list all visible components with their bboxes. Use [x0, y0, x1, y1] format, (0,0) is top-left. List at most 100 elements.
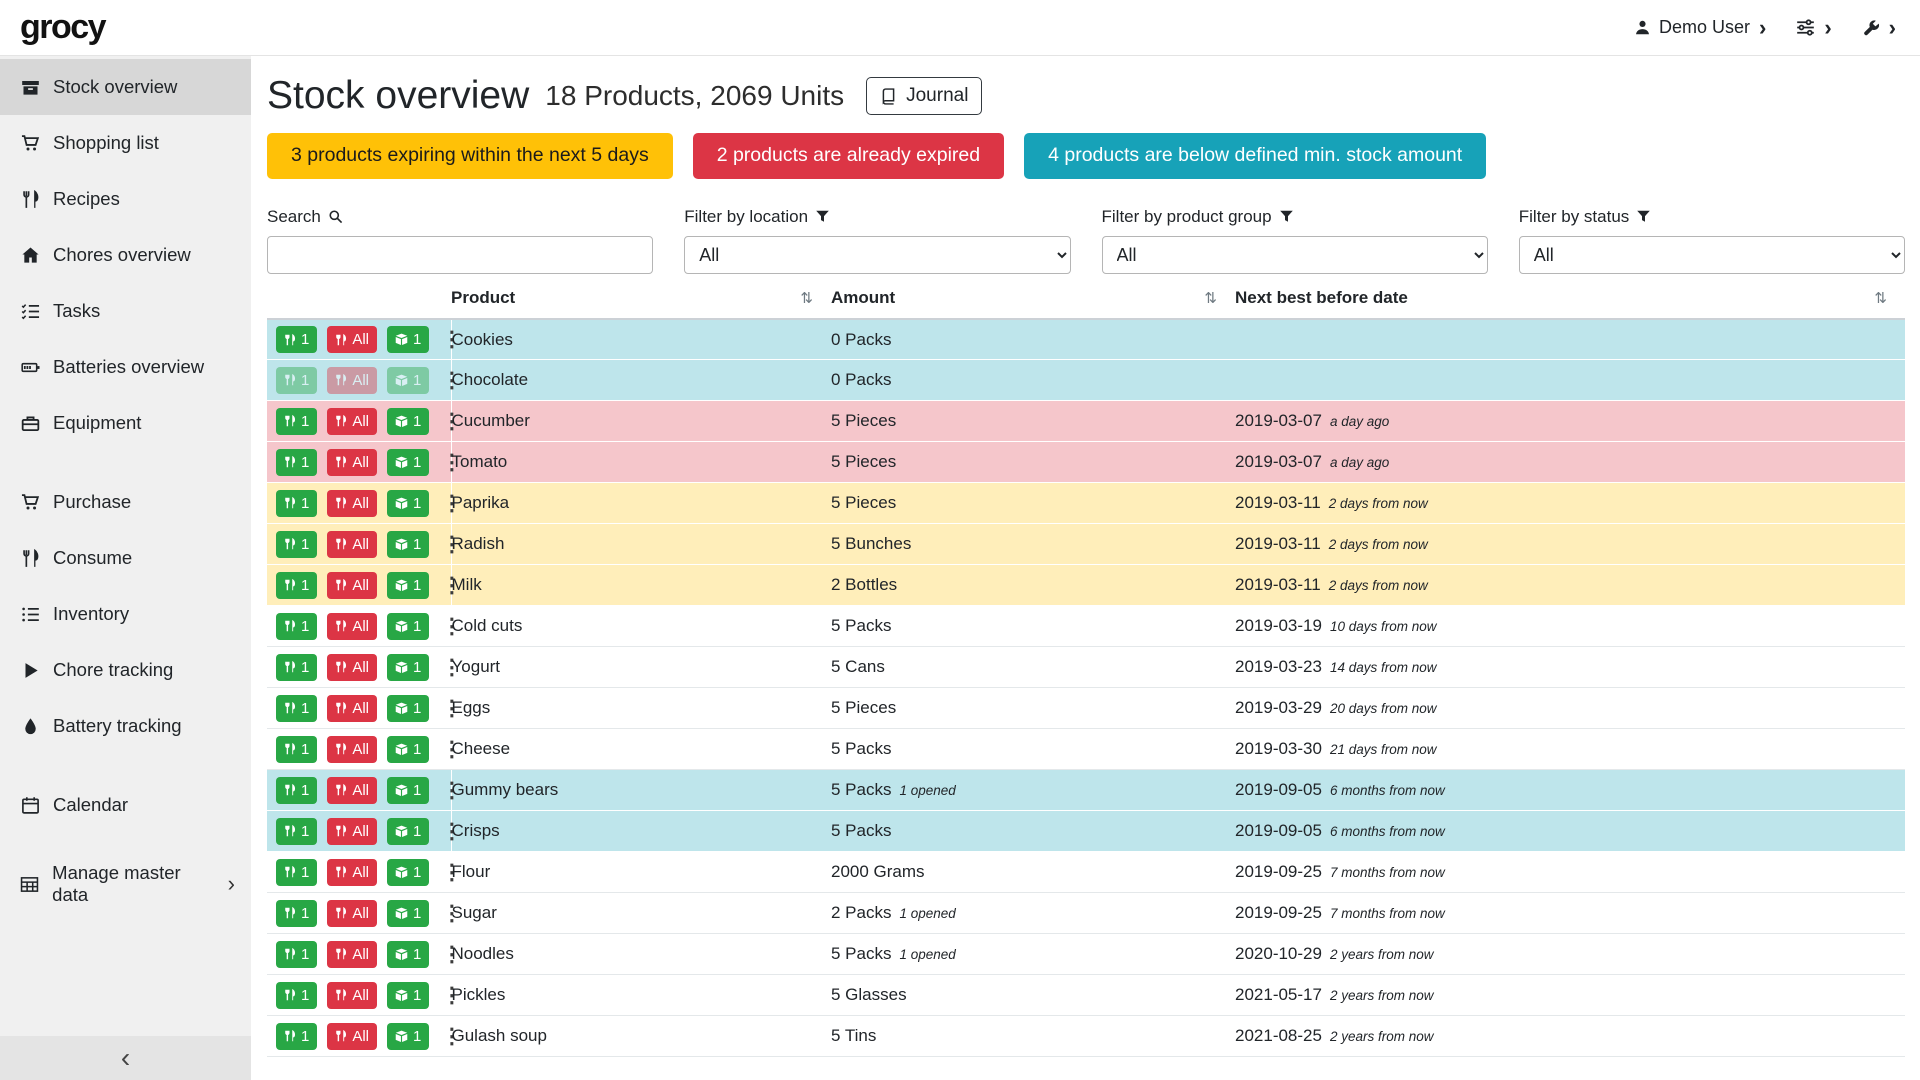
- consume-one-button[interactable]: 1: [276, 613, 317, 640]
- open-one-button[interactable]: 1: [387, 531, 429, 558]
- consume-one-button[interactable]: 1: [276, 326, 317, 353]
- consume-all-button[interactable]: All: [327, 326, 377, 353]
- product-group-filter-label: Filter by product group: [1102, 207, 1488, 227]
- open-one-button[interactable]: 1: [387, 941, 429, 968]
- open-one-button[interactable]: 1: [387, 367, 429, 394]
- open-one-button[interactable]: 1: [387, 449, 429, 476]
- table-row: 1 All 1 ⋮ Crisps 5 Packs 2019-09-056 mon…: [267, 811, 1905, 852]
- sidebar-item-inventory[interactable]: Inventory: [0, 586, 251, 642]
- open-one-button[interactable]: 1: [387, 900, 429, 927]
- product-group-filter-select[interactable]: All: [1102, 236, 1488, 274]
- open-one-button[interactable]: 1: [387, 1023, 429, 1050]
- consume-all-button[interactable]: All: [327, 490, 377, 517]
- consume-one-button[interactable]: 1: [276, 695, 317, 722]
- consume-all-button[interactable]: All: [327, 531, 377, 558]
- consume-all-button[interactable]: All: [327, 777, 377, 804]
- sort-icon[interactable]: ⇅: [800, 289, 813, 307]
- product-column-header[interactable]: Product⇅: [451, 280, 831, 319]
- consume-all-button[interactable]: All: [327, 1023, 377, 1050]
- sidebar-item-label: Shopping list: [53, 132, 159, 154]
- admin-menu[interactable]: ›: [1862, 17, 1896, 39]
- consume-one-button[interactable]: 1: [276, 572, 317, 599]
- consume-all-button[interactable]: All: [327, 982, 377, 1009]
- consume-one-button[interactable]: 1: [276, 818, 317, 845]
- alert-expiring[interactable]: 3 products expiring within the next 5 da…: [267, 133, 673, 179]
- consume-one-button[interactable]: 1: [276, 777, 317, 804]
- sidebar-item-manage-master-data[interactable]: Manage master data›: [0, 856, 251, 912]
- consume-one-button[interactable]: 1: [276, 531, 317, 558]
- consume-all-button[interactable]: All: [327, 859, 377, 886]
- consume-all-button[interactable]: All: [327, 695, 377, 722]
- consume-one-button[interactable]: 1: [276, 408, 317, 435]
- open-one-button[interactable]: 1: [387, 859, 429, 886]
- sort-icon[interactable]: ⇅: [1874, 289, 1887, 307]
- table-row: 1 All 1 ⋮ Flour 2000 Grams 2019-09-257 m…: [267, 852, 1905, 893]
- sidebar-item-calendar[interactable]: Calendar: [0, 777, 251, 833]
- open-one-button[interactable]: 1: [387, 613, 429, 640]
- journal-button[interactable]: Journal: [866, 77, 982, 115]
- open-one-button[interactable]: 1: [387, 326, 429, 353]
- utensils-icon: [284, 538, 296, 550]
- sidebar-item-shopping-list[interactable]: Shopping list: [0, 115, 251, 171]
- consume-one-button[interactable]: 1: [276, 900, 317, 927]
- consume-all-button[interactable]: All: [327, 572, 377, 599]
- sidebar-collapse-button[interactable]: ‹: [0, 1036, 251, 1080]
- open-one-button[interactable]: 1: [387, 654, 429, 681]
- search-input[interactable]: [267, 236, 653, 274]
- open-one-button[interactable]: 1: [387, 572, 429, 599]
- consume-one-button[interactable]: 1: [276, 1023, 317, 1050]
- product-name: Gulash soup: [451, 1016, 831, 1057]
- sidebar-item-tasks[interactable]: Tasks: [0, 283, 251, 339]
- consume-all-button[interactable]: All: [327, 449, 377, 476]
- sidebar-item-batteries-overview[interactable]: Batteries overview: [0, 339, 251, 395]
- status-filter-select[interactable]: All: [1519, 236, 1905, 274]
- sidebar-item-consume[interactable]: Consume: [0, 530, 251, 586]
- sidebar-item-stock-overview[interactable]: Stock overview: [0, 59, 251, 115]
- open-one-button[interactable]: 1: [387, 777, 429, 804]
- consume-one-button[interactable]: 1: [276, 654, 317, 681]
- app-logo[interactable]: grocy: [20, 8, 105, 47]
- sidebar-item-battery-tracking[interactable]: Battery tracking: [0, 698, 251, 754]
- user-menu[interactable]: Demo User ›: [1634, 17, 1766, 39]
- sidebar-item-recipes[interactable]: Recipes: [0, 171, 251, 227]
- table-row: 1 All 1 ⋮ Cheese 5 Packs 2019-03-3021 da…: [267, 729, 1905, 770]
- utensils-icon: [284, 825, 296, 837]
- consume-all-button[interactable]: All: [327, 818, 377, 845]
- sidebar-item-purchase[interactable]: Purchase: [0, 474, 251, 530]
- consume-one-button[interactable]: 1: [276, 736, 317, 763]
- consume-all-button[interactable]: All: [327, 900, 377, 927]
- consume-one-button[interactable]: 1: [276, 982, 317, 1009]
- alert-expired[interactable]: 2 products are already expired: [693, 133, 1004, 179]
- open-one-button[interactable]: 1: [387, 408, 429, 435]
- consume-all-button[interactable]: All: [327, 941, 377, 968]
- consume-one-button[interactable]: 1: [276, 490, 317, 517]
- consume-one-button[interactable]: 1: [276, 449, 317, 476]
- consume-all-button[interactable]: All: [327, 367, 377, 394]
- consume-all-button[interactable]: All: [327, 654, 377, 681]
- consume-one-button[interactable]: 1: [276, 941, 317, 968]
- alert-below-min-stock[interactable]: 4 products are below defined min. stock …: [1024, 133, 1486, 179]
- open-one-button[interactable]: 1: [387, 818, 429, 845]
- open-one-button[interactable]: 1: [387, 490, 429, 517]
- consume-one-button[interactable]: 1: [276, 367, 317, 394]
- open-one-button[interactable]: 1: [387, 736, 429, 763]
- sidebar-item-equipment[interactable]: Equipment: [0, 395, 251, 451]
- consume-all-button[interactable]: All: [327, 736, 377, 763]
- consume-all-button[interactable]: All: [327, 613, 377, 640]
- location-filter-select[interactable]: All: [684, 236, 1070, 274]
- amount-column-header[interactable]: Amount⇅: [831, 280, 1235, 319]
- sidebar-item-chores-overview[interactable]: Chores overview: [0, 227, 251, 283]
- consume-one-button[interactable]: 1: [276, 859, 317, 886]
- date-column-header[interactable]: Next best before date⇅: [1235, 280, 1905, 319]
- stock-table: Product⇅ Amount⇅ Next best before date⇅ …: [267, 280, 1905, 1058]
- product-name: Sugar: [451, 893, 831, 934]
- open-one-button[interactable]: 1: [387, 695, 429, 722]
- utensils-icon: [335, 497, 347, 509]
- settings-menu[interactable]: ›: [1796, 17, 1831, 39]
- open-one-button[interactable]: 1: [387, 982, 429, 1009]
- sidebar-item-chore-tracking[interactable]: Chore tracking: [0, 642, 251, 698]
- page-subtitle: 18 Products, 2069 Units: [545, 80, 844, 112]
- consume-all-button[interactable]: All: [327, 408, 377, 435]
- amount: 5 Cans: [831, 657, 885, 676]
- sort-icon[interactable]: ⇅: [1204, 289, 1217, 307]
